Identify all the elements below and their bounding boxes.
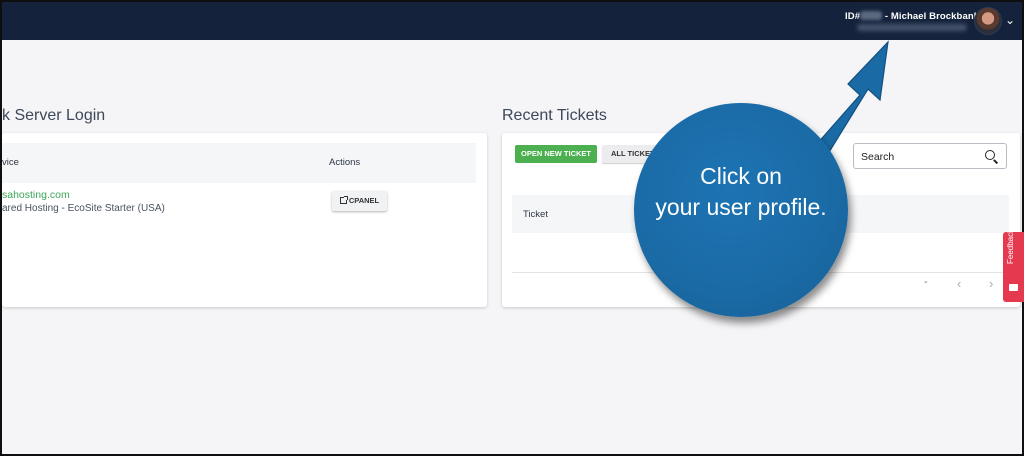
callout-arrow: [793, 40, 889, 184]
callout-text-line-1: Click on: [700, 163, 782, 189]
callout-text-line-2: your user profile.: [655, 194, 827, 220]
